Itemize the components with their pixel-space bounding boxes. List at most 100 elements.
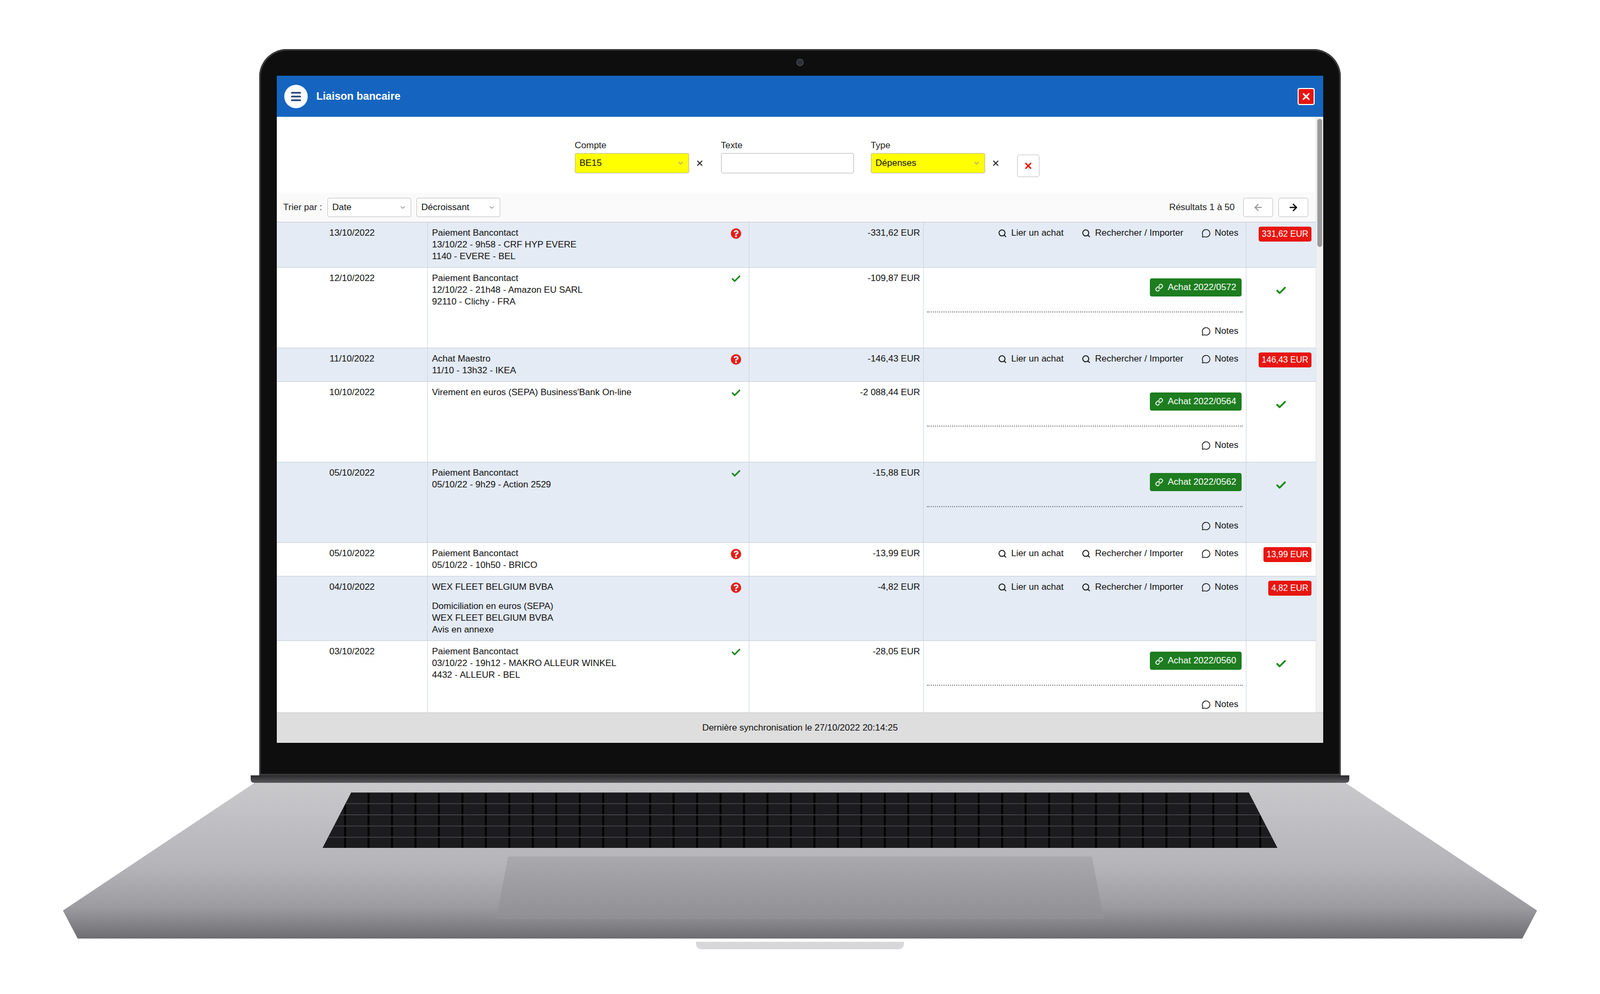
date-cell: 05/10/2022 — [276, 462, 428, 543]
link-icon — [1155, 657, 1164, 666]
scrollbar-thumb[interactable] — [1317, 118, 1323, 247]
check-icon — [730, 387, 742, 399]
filter-control: Dépenses — [870, 153, 1000, 174]
search-import-link[interactable]: Rechercher / Importer — [1081, 547, 1183, 560]
date-cell: 05/10/2022 — [276, 542, 428, 576]
actions-cell: Achat 2022/0562 Notes — [923, 462, 1247, 543]
previous-page-button[interactable] — [1243, 197, 1274, 218]
sort-label: Trier par : — [283, 202, 323, 213]
next-page-button[interactable] — [1278, 197, 1309, 218]
transaction-row: 12/10/2022Paiement Bancontact12/10/22 - … — [276, 267, 1316, 349]
status-bar: Dernière synchronisation le 27/10/2022 2… — [276, 712, 1324, 743]
transaction-row: 13/10/2022Paiement Bancontact13/10/22 - … — [276, 222, 1316, 268]
link-purchase-link[interactable]: Lier un achat — [997, 227, 1064, 239]
keyboard — [322, 792, 1278, 848]
scrollbar[interactable] — [1315, 116, 1324, 713]
filter-control — [721, 153, 854, 174]
close-icon — [1300, 91, 1312, 102]
search-import-link[interactable]: Rechercher / Importer — [1081, 581, 1183, 594]
unmatched-amount-badge: 331,62 EUR — [1258, 226, 1312, 242]
close-button[interactable] — [1297, 88, 1315, 106]
filter-control: BE15 — [574, 153, 704, 174]
comment-icon — [1201, 582, 1211, 592]
page: Liaison bancaireCompteBE15TexteTypeDépen… — [0, 0, 1600, 994]
menu-button[interactable] — [284, 84, 308, 109]
status-cell: 331,62 EUR — [1246, 222, 1316, 268]
actions-cell: Achat 2022/0572 Notes — [923, 267, 1247, 348]
description-cell: Paiement Bancontact03/10/22 - 19h12 - MA… — [427, 641, 750, 713]
results-count: Résultats 1 à 50 — [1169, 202, 1235, 213]
purchase-badge[interactable]: Achat 2022/0562 — [1149, 473, 1242, 492]
link-purchase-link[interactable]: Lier un achat — [997, 547, 1064, 560]
description-cell: Virement en euros (SEPA) Business'Bank O… — [427, 381, 750, 462]
front-notch — [696, 941, 904, 950]
chevron-down-icon — [972, 159, 981, 167]
notes-link[interactable]: Notes — [1201, 698, 1239, 711]
purchase-badge[interactable]: Achat 2022/0572 — [1149, 278, 1242, 297]
description-paragraph: Paiement Bancontact05/10/22 - 9h29 - Act… — [432, 467, 726, 491]
trackpad — [496, 856, 1104, 920]
check-icon — [1275, 398, 1287, 411]
notes-link[interactable]: Notes — [1201, 353, 1239, 365]
clear-filter-button[interactable] — [695, 158, 704, 168]
unmatched-amount-badge: 4,82 EUR — [1268, 580, 1312, 596]
notes-link[interactable]: Notes — [1201, 325, 1239, 338]
camera — [796, 58, 804, 67]
amount-cell: -2 088,44 EUR — [749, 381, 924, 462]
notes-link[interactable]: Notes — [1201, 227, 1239, 239]
description-paragraph: Achat Maestro11/10 - 13h32 - IKEA — [432, 353, 726, 377]
notes-link[interactable]: Notes — [1201, 439, 1239, 452]
divider — [926, 506, 1243, 508]
purchase-badge[interactable]: Achat 2022/0564 — [1149, 392, 1242, 411]
window-title: Liaison bancaire — [316, 90, 1290, 103]
purchase-badge[interactable]: Achat 2022/0560 — [1149, 651, 1242, 670]
description-paragraph: Domiciliation en euros (SEPA)WEX FLEET B… — [432, 600, 726, 636]
link-icon — [1155, 283, 1164, 292]
status-cell — [1246, 381, 1316, 462]
amount-cell: -109,87 EUR — [749, 267, 924, 348]
status-cell: 146,43 EUR — [1246, 348, 1316, 382]
description-paragraph: Paiement Bancontact12/10/22 - 21h48 - Am… — [432, 272, 726, 308]
date-cell: 12/10/2022 — [276, 267, 428, 348]
link-purchase-link[interactable]: Lier un achat — [997, 581, 1064, 594]
search-icon — [1081, 228, 1091, 238]
sort-field-select[interactable]: Date — [327, 197, 412, 218]
notes-link[interactable]: Notes — [1201, 520, 1239, 532]
date-cell: 13/10/2022 — [276, 222, 428, 268]
notes-link[interactable]: Notes — [1201, 581, 1239, 594]
question-icon — [730, 582, 742, 594]
sort-order-select[interactable]: Décroissant — [416, 197, 501, 218]
amount-cell: -28,05 EUR — [749, 641, 924, 713]
check-icon — [1275, 284, 1287, 297]
status-cell — [1246, 267, 1316, 348]
notes-link[interactable]: Notes — [1201, 547, 1239, 560]
status-cell — [1246, 462, 1316, 543]
filter-select[interactable]: Dépenses — [870, 153, 986, 174]
clear-filter-button[interactable] — [991, 158, 1000, 168]
description-cell: WEX FLEET BELGIUM BVBADomiciliation en e… — [427, 576, 750, 641]
filter-select[interactable]: BE15 — [574, 153, 690, 174]
search-import-link[interactable]: Rechercher / Importer — [1081, 353, 1183, 365]
question-icon — [730, 228, 742, 239]
transaction-row: 10/10/2022Virement en euros (SEPA) Busin… — [276, 381, 1316, 463]
filter-text-input[interactable] — [721, 153, 854, 174]
check-icon — [730, 468, 742, 479]
search-import-link[interactable]: Rechercher / Importer — [1081, 227, 1183, 239]
comment-icon — [1201, 326, 1211, 336]
laptop-base — [62, 782, 1538, 939]
chevron-down-icon — [676, 159, 685, 167]
link-purchase-link[interactable]: Lier un achat — [997, 353, 1064, 365]
actions-cell: Lier un achat Rechercher / Importer Notes — [923, 348, 1247, 382]
search-icon — [997, 228, 1007, 238]
question-icon — [730, 548, 742, 560]
date-cell: 03/10/2022 — [276, 641, 428, 713]
divider — [926, 684, 1243, 686]
link-icon — [1155, 478, 1164, 487]
date-cell: 11/10/2022 — [276, 348, 428, 382]
description-cell: Paiement Bancontact05/10/22 - 9h29 - Act… — [427, 462, 750, 543]
laptop-hinge — [250, 775, 1350, 783]
search-icon — [997, 582, 1007, 592]
reset-filters-button[interactable] — [1017, 154, 1040, 178]
comment-icon — [1201, 521, 1211, 531]
actions-cell: Lier un achat Rechercher / Importer Notes — [923, 542, 1247, 576]
